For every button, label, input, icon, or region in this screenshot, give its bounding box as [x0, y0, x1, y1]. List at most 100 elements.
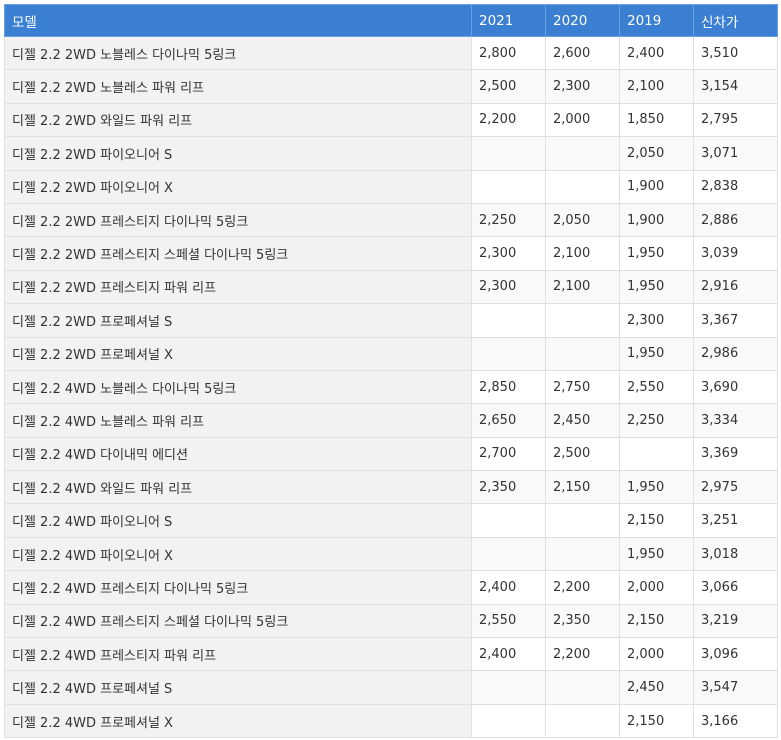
price-2019-cell: 1,950: [619, 536, 694, 572]
price-2021-cell: 2,650: [471, 403, 546, 438]
price-2021-cell: [471, 503, 546, 538]
model-cell: 디젤 2.2 2WD 노블레스 다이나믹 5링크: [4, 35, 472, 71]
price-2021-cell: 2,700: [471, 436, 546, 472]
model-cell: 디젤 2.2 2WD 프레스티지 스페셜 다이나믹 5링크: [4, 236, 472, 271]
model-cell: 디젤 2.2 2WD 파이오니어 S: [4, 136, 472, 171]
price-2020-cell: [545, 336, 620, 371]
table-row: 디젤 2.2 2WD 파이오니어 S 2,050 3,071: [4, 136, 778, 171]
price-2021-cell: [471, 303, 546, 338]
price-2019-cell: 1,850: [619, 102, 694, 138]
price-2019-cell: 2,550: [619, 369, 694, 405]
table-row: 디젤 2.2 2WD 와일드 파워 리프 2,200 2,000 1,850 2,795: [4, 102, 778, 138]
model-cell: 디젤 2.2 2WD 프레스티지 다이나믹 5링크: [4, 202, 472, 238]
price-2020-cell: [545, 503, 620, 538]
new-price-cell: 3,367: [693, 303, 778, 338]
price-2020-cell: [545, 670, 620, 705]
used-car-price-table: 모델 2021 2020 2019 신차가 디젤 2.2 2WD 노블레스 다이…: [4, 4, 778, 739]
table-row: 디젤 2.2 2WD 프레스티지 다이나믹 5링크 2,250 2,050 1,900…: [4, 202, 778, 238]
header-model: 모델: [4, 4, 472, 37]
model-cell: 디젤 2.2 2WD 프로페셔널 X: [4, 336, 472, 371]
price-2019-cell: 1,950: [619, 470, 694, 505]
price-2019-cell: 2,000: [619, 570, 694, 605]
table-row: 디젤 2.2 4WD 파이오니어 X 1,950 3,018: [4, 536, 778, 572]
model-cell: 디젤 2.2 4WD 프로페셔널 S: [4, 670, 472, 705]
price-2021-cell: 2,800: [471, 35, 546, 71]
price-2019-cell: 2,150: [619, 603, 694, 639]
price-2020-cell: [545, 169, 620, 204]
table-row: 디젤 2.2 4WD 노블레스 파워 리프 2,650 2,450 2,250 3,33…: [4, 403, 778, 438]
table-row: 디젤 2.2 4WD 프로페셔널 S 2,450 3,547: [4, 670, 778, 705]
price-2020-cell: 2,100: [545, 269, 620, 305]
price-2020-cell: 2,200: [545, 637, 620, 672]
new-price-cell: 3,071: [693, 136, 778, 171]
price-2019-cell: 1,950: [619, 236, 694, 271]
price-2021-cell: [471, 536, 546, 572]
price-2021-cell: 2,350: [471, 470, 546, 505]
table-row: 디젤 2.2 4WD 프로페셔널 X 2,150 3,166: [4, 703, 778, 739]
table-row: 디젤 2.2 2WD 노블레스 파워 리프 2,500 2,300 2,100 3,15…: [4, 69, 778, 104]
price-2019-cell: 2,000: [619, 637, 694, 672]
new-price-cell: 3,154: [693, 69, 778, 104]
price-2021-cell: 2,850: [471, 369, 546, 405]
price-2019-cell: 2,100: [619, 69, 694, 104]
new-price-cell: 2,916: [693, 269, 778, 305]
price-2020-cell: [545, 536, 620, 572]
price-2021-cell: 2,300: [471, 236, 546, 271]
price-2019-cell: 1,900: [619, 202, 694, 238]
price-2020-cell: 2,200: [545, 570, 620, 605]
price-2019-cell: 2,150: [619, 503, 694, 538]
model-cell: 디젤 2.2 4WD 프로페셔널 X: [4, 703, 472, 739]
new-price-cell: 3,547: [693, 670, 778, 705]
model-cell: 디젤 2.2 2WD 파이오니어 X: [4, 169, 472, 204]
price-2020-cell: 2,300: [545, 69, 620, 104]
price-2019-cell: 1,950: [619, 269, 694, 305]
model-cell: 디젤 2.2 4WD 노블레스 파워 리프: [4, 403, 472, 438]
table-row: 디젤 2.2 2WD 프레스티지 스페셜 다이나믹 5링크 2,300 2,100 1…: [4, 236, 778, 271]
table-row: 디젤 2.2 4WD 와일드 파워 리프 2,350 2,150 1,950 2,975: [4, 470, 778, 505]
model-cell: 디젤 2.2 4WD 파이오니어 X: [4, 536, 472, 572]
price-2021-cell: [471, 336, 546, 371]
new-price-cell: 3,219: [693, 603, 778, 639]
table-header: 모델 2021 2020 2019 신차가: [4, 4, 778, 37]
model-cell: 디젤 2.2 4WD 다이내믹 에디션: [4, 436, 472, 472]
price-2019-cell: 2,250: [619, 403, 694, 438]
model-cell: 디젤 2.2 2WD 노블레스 파워 리프: [4, 69, 472, 104]
price-2020-cell: 2,500: [545, 436, 620, 472]
price-2020-cell: [545, 303, 620, 338]
new-price-cell: 3,039: [693, 236, 778, 271]
new-price-cell: 2,975: [693, 470, 778, 505]
model-cell: 디젤 2.2 4WD 와일드 파워 리프: [4, 470, 472, 505]
price-2019-cell: 2,050: [619, 136, 694, 171]
price-2019-cell: 2,300: [619, 303, 694, 338]
price-2021-cell: 2,300: [471, 269, 546, 305]
price-2019-cell: 1,950: [619, 336, 694, 371]
price-2019-cell: 1,900: [619, 169, 694, 204]
header-year-2021: 2021: [471, 4, 546, 37]
model-cell: 디젤 2.2 2WD 프로페셔널 S: [4, 303, 472, 338]
table-row: 디젤 2.2 2WD 파이오니어 X 1,900 2,838: [4, 169, 778, 204]
price-2021-cell: 2,200: [471, 102, 546, 138]
new-price-cell: 3,251: [693, 503, 778, 538]
model-cell: 디젤 2.2 4WD 노블레스 다이나믹 5링크: [4, 369, 472, 405]
model-cell: 디젤 2.2 2WD 와일드 파워 리프: [4, 102, 472, 138]
price-table-container: 모델 2021 2020 2019 신차가 디젤 2.2 2WD 노블레스 다이…: [0, 0, 781, 740]
price-2020-cell: 2,100: [545, 236, 620, 271]
new-price-cell: 3,510: [693, 35, 778, 71]
new-price-cell: 2,838: [693, 169, 778, 204]
price-2020-cell: 2,150: [545, 470, 620, 505]
price-2021-cell: 2,250: [471, 202, 546, 238]
price-2021-cell: [471, 703, 546, 739]
new-price-cell: 2,886: [693, 202, 778, 238]
new-price-cell: 3,166: [693, 703, 778, 739]
new-price-cell: 2,795: [693, 102, 778, 138]
table-row: 디젤 2.2 2WD 프로페셔널 S 2,300 3,367: [4, 303, 778, 338]
price-2019-cell: 2,150: [619, 703, 694, 739]
price-2021-cell: 2,400: [471, 637, 546, 672]
price-2021-cell: 2,400: [471, 570, 546, 605]
new-price-cell: 3,066: [693, 570, 778, 605]
table-row: 디젤 2.2 4WD 프레스티지 다이나믹 5링크 2,400 2,200 2,000…: [4, 570, 778, 605]
model-cell: 디젤 2.2 4WD 프레스티지 파워 리프: [4, 637, 472, 672]
model-cell: 디젤 2.2 4WD 프레스티지 다이나믹 5링크: [4, 570, 472, 605]
price-2021-cell: 2,550: [471, 603, 546, 639]
price-2021-cell: [471, 670, 546, 705]
